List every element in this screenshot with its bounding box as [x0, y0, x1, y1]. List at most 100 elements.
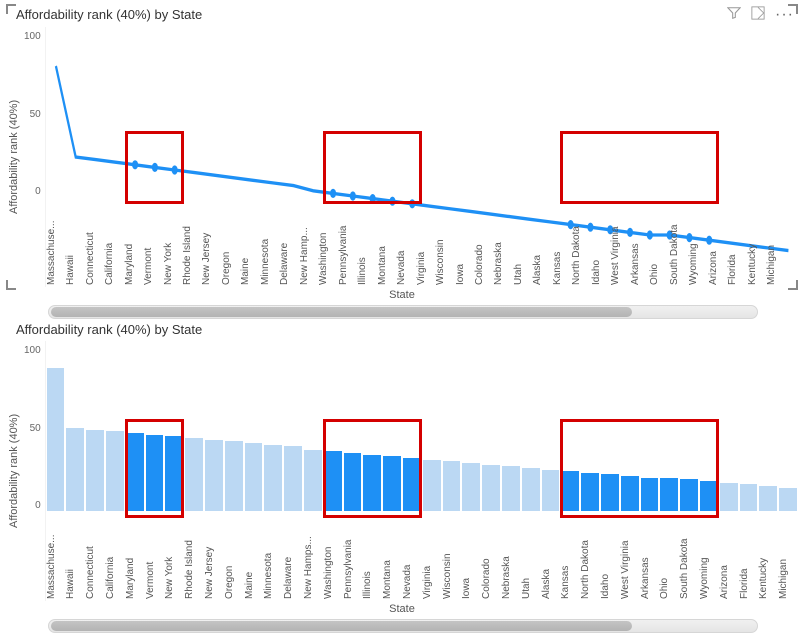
bar[interactable] — [66, 428, 84, 511]
x-tick-label: Hawaii — [65, 201, 84, 287]
bar[interactable] — [542, 470, 560, 512]
bar[interactable] — [47, 368, 65, 511]
selection-handle[interactable] — [6, 4, 16, 14]
bar[interactable] — [225, 441, 243, 511]
bar[interactable] — [423, 460, 441, 511]
x-tick-label: Nevada — [396, 201, 415, 287]
x-tick-label: Washington — [318, 201, 337, 287]
x-tick-label: Kansas — [560, 515, 580, 601]
x-tick-label: Maryland — [125, 515, 145, 601]
x-tick-label: Montana — [377, 201, 396, 287]
x-tick-label: Alaska — [541, 515, 561, 601]
x-tick-label: New York — [164, 515, 184, 601]
x-tick-label: Vermont — [143, 201, 162, 287]
x-tick-label: Kentucky — [747, 201, 766, 287]
bar[interactable] — [740, 484, 758, 511]
x-tick-label: Illinois — [357, 201, 376, 287]
x-tick-label: Arkansas — [640, 515, 660, 601]
bar[interactable] — [86, 430, 104, 511]
x-tick-label: Utah — [521, 515, 541, 601]
bar[interactable] — [264, 445, 282, 511]
highlight-box — [323, 131, 422, 204]
x-tick-label: Illinois — [362, 515, 382, 601]
scrollbar-thumb[interactable] — [51, 621, 632, 631]
y-axis-ticks: 100 50 0 — [22, 341, 45, 601]
x-tick-label: California — [104, 201, 123, 287]
x-tick-label: Virginia — [416, 201, 435, 287]
bar[interactable] — [720, 483, 738, 511]
x-tick-label: Oregon — [224, 515, 244, 601]
line-plot[interactable]: Massachuse...HawaiiConnecticutCalifornia… — [45, 27, 798, 287]
chart-visual-bar[interactable]: Affordability rank (40%) by State Afford… — [6, 320, 798, 624]
x-tick-label: Rhode Island — [184, 515, 204, 601]
x-tick-label: South Dakota — [669, 201, 688, 287]
x-tick-label: Virginia — [422, 515, 442, 601]
x-tick-label: Maine — [240, 201, 259, 287]
bar[interactable] — [304, 450, 322, 511]
bar[interactable] — [284, 446, 302, 511]
x-tick-label: Rhode Island — [182, 201, 201, 287]
filter-icon[interactable] — [727, 6, 741, 23]
bar[interactable] — [185, 438, 203, 511]
x-tick-label: Massachuse... — [46, 201, 65, 287]
x-tick-label: North Dakota — [580, 515, 600, 601]
bar[interactable] — [522, 468, 540, 511]
bar[interactable] — [462, 463, 480, 511]
x-tick-label: Florida — [739, 515, 759, 601]
x-tick-label: Ohio — [659, 515, 679, 601]
bar[interactable] — [759, 486, 777, 511]
chart-visual-line[interactable]: Affordability rank (40%) by State ··· Af… — [6, 4, 798, 308]
x-tick-label: New Jersey — [204, 515, 224, 601]
bar-plot[interactable]: Massachuse...HawaiiConnecticutCalifornia… — [45, 341, 798, 601]
x-tick-label: Pennsylvania — [338, 201, 357, 287]
x-tick-label: New Hamp... — [299, 201, 318, 287]
horizontal-scrollbar[interactable] — [48, 305, 758, 319]
x-tick-label: Ohio — [649, 201, 668, 287]
x-tick-label: Wisconsin — [442, 515, 462, 601]
x-tick-label: West Virginia — [610, 201, 629, 287]
y-axis-label: Affordability rank (40%) — [6, 27, 22, 287]
chart-title: Affordability rank (40%) by State — [16, 322, 202, 337]
x-tick-label: Nebraska — [501, 515, 521, 601]
x-tick-label: South Dakota — [679, 515, 699, 601]
bar[interactable] — [205, 440, 223, 511]
x-tick-label: Colorado — [474, 201, 493, 287]
x-tick-label: Wyoming — [699, 515, 719, 601]
bar[interactable] — [482, 465, 500, 511]
x-tick-label: West Virginia — [620, 515, 640, 601]
x-tick-label: Nebraska — [493, 201, 512, 287]
x-tick-label: Utah — [513, 201, 532, 287]
x-tick-label: New Jersey — [201, 201, 220, 287]
x-tick-label: Idaho — [591, 201, 610, 287]
x-tick-label: Michigan — [778, 515, 798, 601]
horizontal-scrollbar[interactable] — [48, 619, 758, 633]
x-tick-label: Pennsylvania — [343, 515, 363, 601]
x-tick-label: Kentucky — [758, 515, 778, 601]
x-tick-label: Oregon — [221, 201, 240, 287]
focus-mode-icon[interactable] — [751, 6, 765, 23]
bar[interactable] — [245, 443, 263, 511]
highlight-box — [560, 419, 718, 518]
bar[interactable] — [779, 488, 797, 511]
x-tick-label: Hawaii — [65, 515, 85, 601]
chart-header: Affordability rank (40%) by State ··· — [6, 4, 798, 27]
x-axis-labels: Massachuse...HawaiiConnecticutCalifornia… — [46, 201, 798, 287]
x-axis-label: State — [6, 603, 798, 615]
bar[interactable] — [443, 461, 461, 511]
chart-plot-area: Affordability rank (40%) 100 50 0 Massac… — [6, 27, 798, 287]
x-tick-label: Iowa — [455, 201, 474, 287]
selection-handle[interactable] — [788, 4, 798, 14]
x-tick-label: Maine — [244, 515, 264, 601]
bar[interactable] — [502, 466, 520, 511]
x-axis-label: State — [6, 289, 798, 301]
scrollbar-thumb[interactable] — [51, 307, 632, 317]
x-tick-label: Massachuse... — [46, 515, 66, 601]
chart-header: Affordability rank (40%) by State — [6, 320, 798, 341]
x-tick-label: Idaho — [600, 515, 620, 601]
x-tick-label: New York — [163, 201, 182, 287]
x-tick-label: Arizona — [708, 201, 727, 287]
highlight-box — [323, 419, 422, 518]
x-tick-label: New Hamps... — [303, 515, 323, 601]
x-tick-label: Colorado — [481, 515, 501, 601]
bar[interactable] — [106, 431, 124, 511]
